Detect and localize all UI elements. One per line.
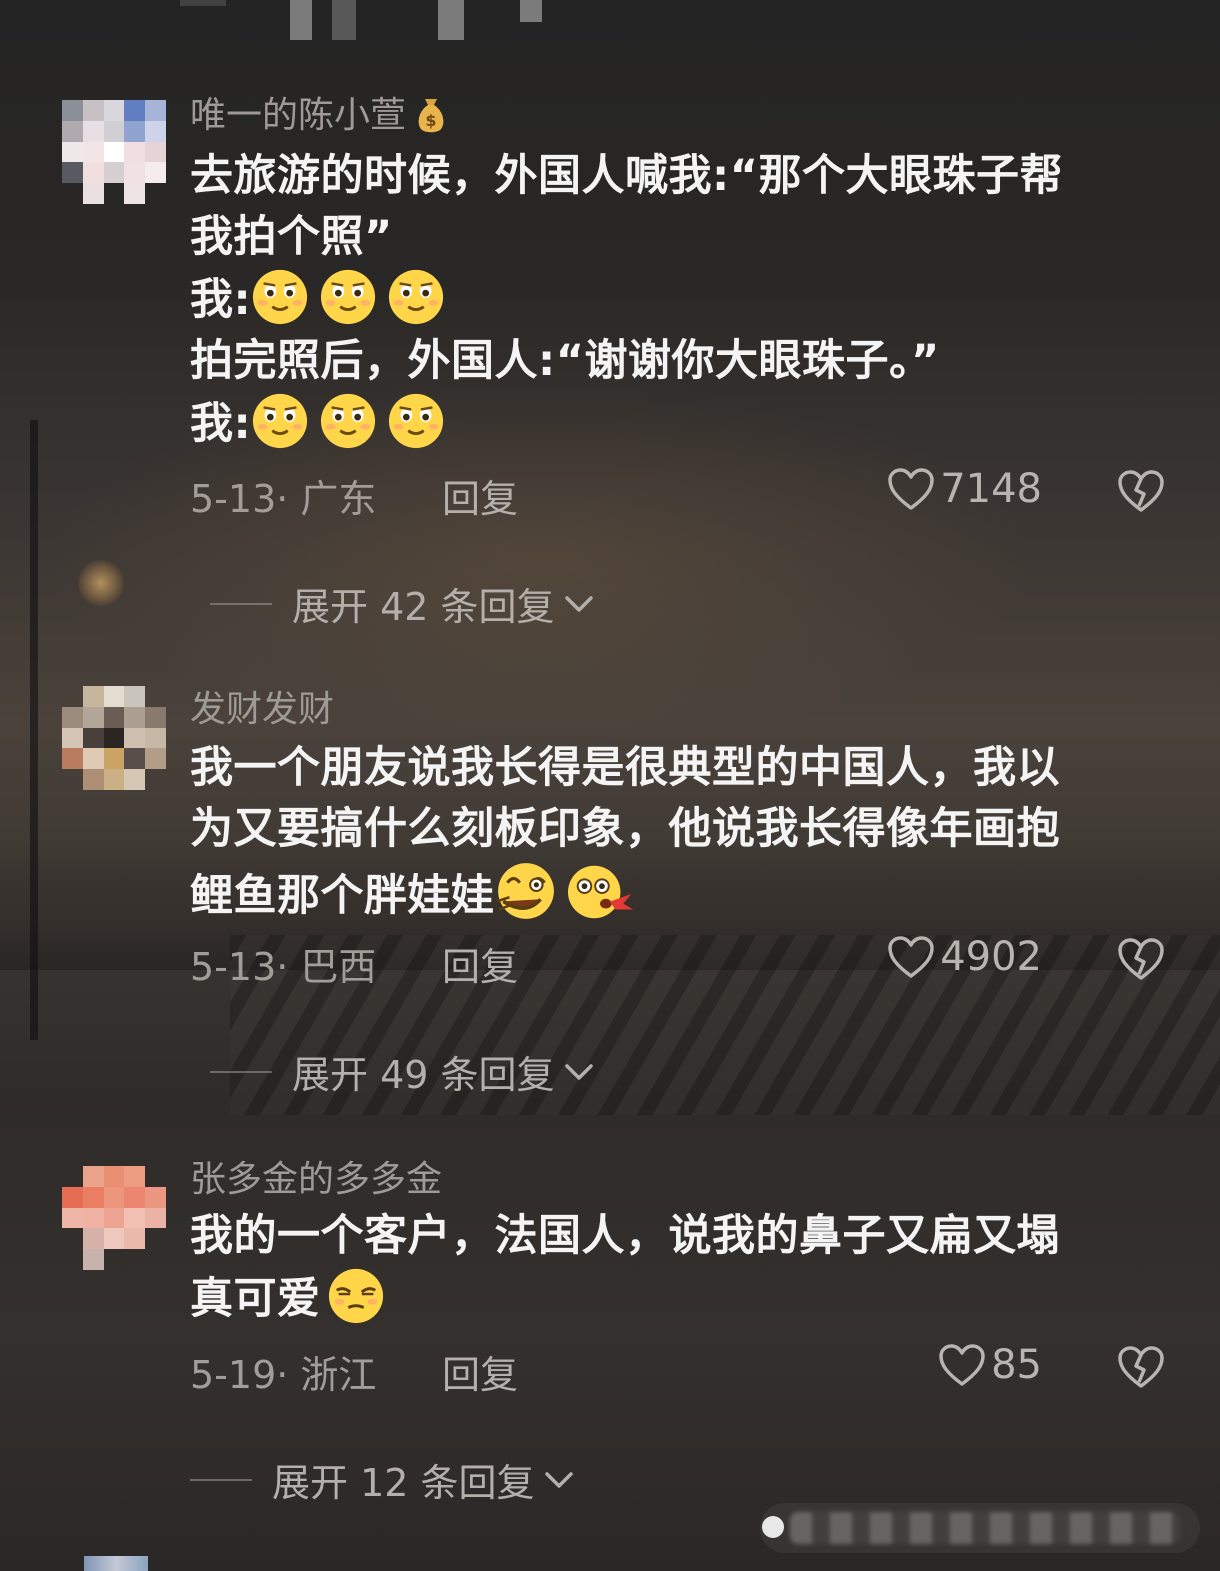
blurred-watermark-text xyxy=(790,1512,1180,1544)
comment-line: 拍完照后，外国人:“谢谢你大眼珠子。” xyxy=(190,336,940,386)
dizzy-laugh-emoji xyxy=(496,863,554,919)
top-partial-content xyxy=(180,0,580,40)
heart-icon xyxy=(888,468,934,510)
avatar[interactable] xyxy=(62,100,166,204)
reply-button[interactable]: 回复 xyxy=(442,468,518,523)
avatar[interactable] xyxy=(62,1166,166,1270)
comment-location: 浙江 xyxy=(300,1353,377,1397)
squint-smile-emoji xyxy=(321,269,376,325)
comment-location: 广东 xyxy=(300,477,377,521)
avatar[interactable] xyxy=(62,686,166,790)
comment-line-with-emoji: 我: xyxy=(190,268,1150,331)
comment-line-with-emoji: 鲤鱼那个胖娃娃 xyxy=(190,860,1150,927)
username[interactable]: 发财发财 xyxy=(190,680,334,732)
svg-text:$: $ xyxy=(425,111,436,130)
comment-date: 5-13 xyxy=(190,945,277,989)
heart-icon xyxy=(939,1344,985,1386)
comment-line: 为又要搞什么刻板印象，他说我长得像年画抱 xyxy=(190,804,1060,854)
avatar[interactable] xyxy=(84,1556,148,1571)
background-lamp-post xyxy=(30,420,38,1040)
chevron-down-icon xyxy=(544,1471,573,1488)
expand-replies-label: 展开 12 条回复 xyxy=(272,1461,535,1505)
expand-replies-button[interactable]: 展开 49 条回复 xyxy=(210,1044,597,1099)
comment-line-text: 我: xyxy=(190,275,252,325)
comment-text: 我的一个客户，法国人，说我的鼻子又扁又塌 真可爱 xyxy=(190,1206,1150,1330)
broken-heart-icon[interactable] xyxy=(1116,936,1166,982)
username[interactable]: 唯一的陈小萱 $ xyxy=(190,86,448,138)
comment-line: 我的一个客户，法国人，说我的鼻子又扁又塌 xyxy=(190,1211,1060,1261)
comment-date: 5-13 xyxy=(190,477,277,521)
comment-date: 5-19 xyxy=(190,1353,277,1397)
comment-text: 去旅游的时候，外国人喊我:“那个大眼珠子帮 我拍个照” 我: 拍完照后，外国人:… xyxy=(190,146,1150,455)
like-count: 7148 xyxy=(940,466,1042,512)
reply-button[interactable]: 回复 xyxy=(442,1344,518,1399)
expand-replies-label: 展开 49 条回复 xyxy=(292,1053,555,1097)
money-bag-icon: $ xyxy=(418,99,444,133)
comment-line-with-emoji: 真可爱 xyxy=(190,1267,1150,1330)
comment-location: 巴西 xyxy=(300,945,377,989)
like-button[interactable]: 7148 xyxy=(886,466,1042,512)
squint-smile-emoji xyxy=(389,269,444,325)
squint-smile-emoji xyxy=(253,393,308,449)
reply-button[interactable]: 回复 xyxy=(442,936,518,991)
squint-smile-emoji xyxy=(321,393,376,449)
background-street-light xyxy=(78,560,124,606)
divider-dash xyxy=(190,1478,252,1481)
expand-replies-label: 展开 42 条回复 xyxy=(292,585,555,629)
comment-meta: 5-13· 巴西 回复 xyxy=(190,936,518,991)
comment-line-with-emoji: 我: xyxy=(190,392,1150,455)
chevron-down-icon xyxy=(564,595,593,612)
heart-icon xyxy=(888,936,934,978)
divider-dash xyxy=(210,602,272,605)
chevron-down-icon xyxy=(564,1063,593,1080)
comment-line: 我拍个照” xyxy=(190,212,393,262)
like-button[interactable]: 4902 xyxy=(886,934,1042,980)
expand-replies-button[interactable]: 展开 42 条回复 xyxy=(210,576,597,631)
comment-date-location: 5-13· 巴西 xyxy=(190,945,377,989)
comment-line: 我一个朋友说我长得是很典型的中国人，我以 xyxy=(190,743,1060,793)
watermark-logo-icon xyxy=(762,1516,784,1538)
comment-meta: 5-13· 广东 回复 xyxy=(190,468,518,523)
like-count: 85 xyxy=(991,1342,1042,1388)
squint-smile-emoji xyxy=(389,393,444,449)
divider-dash xyxy=(210,1070,272,1073)
comment-text: 我一个朋友说我长得是很典型的中国人，我以 为又要搞什么刻板印象，他说我长得像年画… xyxy=(190,738,1150,927)
expand-replies-button[interactable]: 展开 12 条回复 xyxy=(190,1452,577,1507)
comment-meta: 5-19· 浙江 回复 xyxy=(190,1344,518,1399)
like-count: 4902 xyxy=(940,934,1042,980)
comment-line-text: 我: xyxy=(190,399,252,449)
squint-smile-emoji xyxy=(253,269,308,325)
broken-heart-icon[interactable] xyxy=(1116,468,1166,514)
comment-line-text: 鲤鱼那个胖娃娃 xyxy=(190,871,495,921)
comment-date-location: 5-13· 广东 xyxy=(190,477,377,521)
comment-date-location: 5-19· 浙江 xyxy=(190,1353,377,1397)
username[interactable]: 张多金的多多金 xyxy=(190,1150,442,1202)
spit-blood-emoji xyxy=(567,865,633,919)
comment-line-text: 真可爱 xyxy=(190,1274,321,1324)
like-button[interactable]: 85 xyxy=(937,1342,1042,1388)
smug-emoji xyxy=(328,1268,383,1324)
comment-line: 去旅游的时候，外国人喊我:“那个大眼珠子帮 xyxy=(190,151,1063,201)
username-text: 唯一的陈小萱 xyxy=(190,95,407,136)
broken-heart-icon[interactable] xyxy=(1116,1344,1166,1390)
